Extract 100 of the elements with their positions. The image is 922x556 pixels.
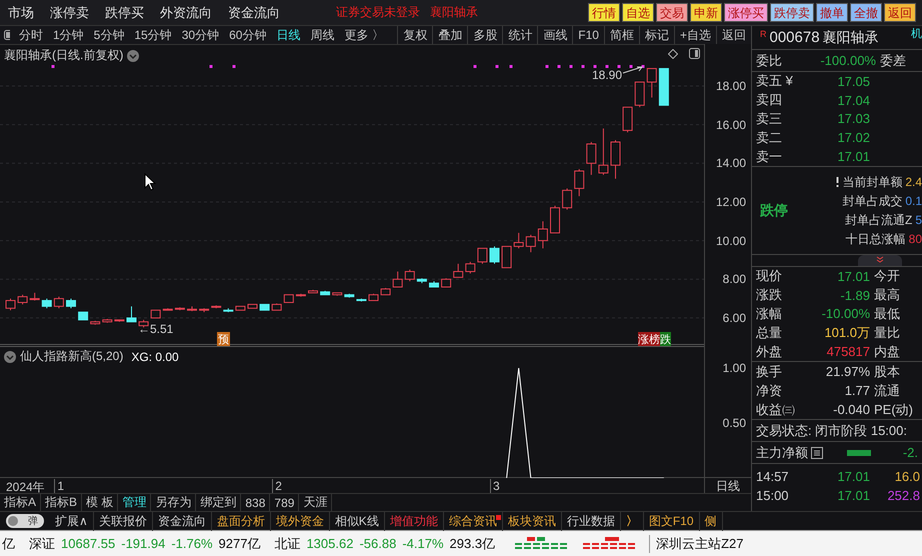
ask-label: 卖二 bbox=[756, 128, 783, 147]
menu-item[interactable]: 跌停买 bbox=[105, 4, 144, 22]
field-value: 475817 bbox=[826, 344, 870, 360]
quick-button[interactable]: 行情 bbox=[588, 3, 620, 22]
tick-volume: 252.8 bbox=[886, 488, 920, 503]
toolbar-button[interactable]: 标记 bbox=[638, 26, 674, 44]
period-tab[interactable]: 1分钟 bbox=[48, 26, 89, 44]
candlestick bbox=[6, 298, 16, 311]
candlestick bbox=[490, 246, 500, 264]
field-label: 总量 bbox=[756, 324, 783, 342]
dropdown-icon[interactable] bbox=[127, 50, 140, 62]
toolbar-button[interactable]: 多股 bbox=[467, 26, 502, 44]
market-index: 1305.62 bbox=[306, 536, 354, 551]
ask-price: 17.01 bbox=[836, 149, 870, 164]
rank-label[interactable]: 涨榜 bbox=[638, 332, 660, 347]
month-label: 2 bbox=[272, 479, 282, 493]
period-tab[interactable]: 日线 bbox=[271, 26, 306, 44]
indicator-tab[interactable]: 绑定到 bbox=[196, 494, 242, 511]
sidebar-toggle-icon[interactable] bbox=[4, 30, 10, 40]
forecast-label: 预 bbox=[217, 332, 230, 347]
ask-label: 卖四 bbox=[756, 91, 783, 110]
price-axis-label: 10.00 bbox=[716, 234, 746, 248]
candlestick bbox=[453, 263, 464, 278]
period-tab[interactable]: 15分钟 bbox=[129, 26, 177, 44]
chevron-icon bbox=[876, 256, 884, 263]
quick-button[interactable]: 返回 bbox=[884, 3, 916, 22]
period-tab[interactable]: 30分钟 bbox=[176, 26, 224, 44]
period-tab[interactable]: 分时 bbox=[14, 26, 48, 44]
indicator-axis-label: 1.00 bbox=[722, 361, 746, 376]
quick-button[interactable]: 涨停买 bbox=[724, 3, 768, 22]
menu-item[interactable]: 市场 bbox=[8, 4, 34, 22]
server-name: 深圳云主站Z27 bbox=[649, 534, 744, 552]
arrow-icon bbox=[622, 66, 644, 74]
field-label: PE(动) bbox=[874, 400, 914, 418]
period-tab[interactable]: 更多 〉 bbox=[339, 26, 389, 44]
indicator-tab[interactable]: 管理 bbox=[118, 494, 152, 511]
toolbar-button[interactable]: 返回 bbox=[716, 26, 751, 44]
quick-button[interactable]: 跌停卖 bbox=[770, 3, 814, 22]
field-label: 外盘 bbox=[756, 342, 783, 361]
candlestick bbox=[538, 220, 548, 249]
month-label: 3 bbox=[490, 479, 500, 493]
net-flow-bar bbox=[847, 450, 871, 456]
period-tab[interactable]: 周线 bbox=[305, 26, 340, 44]
popup-toggle[interactable]: 弹 bbox=[6, 514, 44, 528]
toolbar-button[interactable]: +自选 bbox=[674, 26, 716, 44]
field-label: 当前封单额 bbox=[842, 174, 902, 190]
indicator-tab[interactable]: 指标A bbox=[0, 494, 42, 511]
ask-price: 17.03 bbox=[836, 111, 870, 126]
toolbar-button[interactable]: 叠加 bbox=[432, 26, 468, 44]
period-tab[interactable]: 5分钟 bbox=[88, 26, 130, 44]
field-value: -1.89 bbox=[839, 288, 870, 303]
indicator-reading: XG: 0.00 bbox=[131, 350, 179, 364]
dropdown-icon[interactable] bbox=[4, 350, 16, 362]
candlestick bbox=[477, 248, 488, 264]
field-value: -100.00% bbox=[819, 53, 876, 68]
stock-notice: 襄阳轴承 bbox=[430, 4, 478, 21]
field-value: 2.4 bbox=[905, 175, 922, 189]
indicator-tab[interactable]: 838 bbox=[241, 494, 270, 511]
indicator-tab[interactable]: 天涯 bbox=[299, 494, 332, 511]
diamond-icon[interactable] bbox=[668, 49, 678, 59]
field-label: 封单占流通Z bbox=[844, 212, 912, 228]
menu-item[interactable]: 资金流向 bbox=[228, 4, 280, 22]
tick-price: 17.01 bbox=[836, 469, 870, 484]
price-axis-label: 6.00 bbox=[722, 310, 746, 325]
panel-icon[interactable] bbox=[689, 48, 700, 59]
menu-item[interactable]: 涨停卖 bbox=[50, 4, 89, 22]
quick-button[interactable]: 申新 bbox=[690, 3, 722, 22]
low-price-label: ←5.51 bbox=[138, 322, 174, 336]
market-percent: -1.76% bbox=[171, 536, 213, 551]
rating-letter: R bbox=[760, 29, 766, 39]
toolbar-button[interactable]: 统计 bbox=[502, 26, 538, 44]
rank-label[interactable]: 跌 bbox=[660, 332, 671, 347]
field-label: 现价 bbox=[756, 267, 783, 286]
toolbar-button[interactable]: 简框 bbox=[604, 26, 639, 44]
field-label: 量比 bbox=[874, 324, 901, 342]
field-value: 80 bbox=[908, 232, 922, 246]
period-tab[interactable]: 60分钟 bbox=[224, 26, 272, 44]
toolbar-button[interactable]: 复权 bbox=[397, 26, 432, 44]
list-icon[interactable] bbox=[811, 446, 823, 458]
toolbar-button[interactable]: 画线 bbox=[537, 26, 572, 44]
toolbar-button[interactable]: F10 bbox=[572, 26, 604, 44]
ask-price: 17.04 bbox=[836, 92, 870, 108]
field-value: 5 bbox=[915, 213, 922, 227]
stock-name: 襄阳轴承 bbox=[822, 28, 879, 46]
field-label: 主力净额 bbox=[756, 444, 808, 462]
menu-item[interactable]: 外资流向 bbox=[160, 4, 212, 22]
indicator-tab[interactable]: 指标B bbox=[41, 494, 82, 511]
ask-label: 卖一 bbox=[756, 148, 783, 166]
market-amount: 293.3亿 bbox=[450, 534, 496, 552]
field-label: 收益㈢ bbox=[756, 400, 796, 418]
candlestick bbox=[634, 82, 645, 108]
field-value: 1.77 bbox=[844, 383, 870, 398]
quick-button[interactable]: 自选 bbox=[622, 3, 654, 22]
indicator-tab[interactable]: 另存为 bbox=[151, 494, 196, 511]
collapse-button[interactable] bbox=[858, 255, 902, 266]
indicator-tab[interactable]: 789 bbox=[270, 494, 300, 511]
indicator-tab[interactable]: 模 板 bbox=[82, 494, 118, 511]
year-label: 2024年 bbox=[5, 479, 45, 496]
field-value: 17.01 bbox=[836, 268, 870, 284]
tick-volume: 16.0 bbox=[894, 469, 920, 484]
